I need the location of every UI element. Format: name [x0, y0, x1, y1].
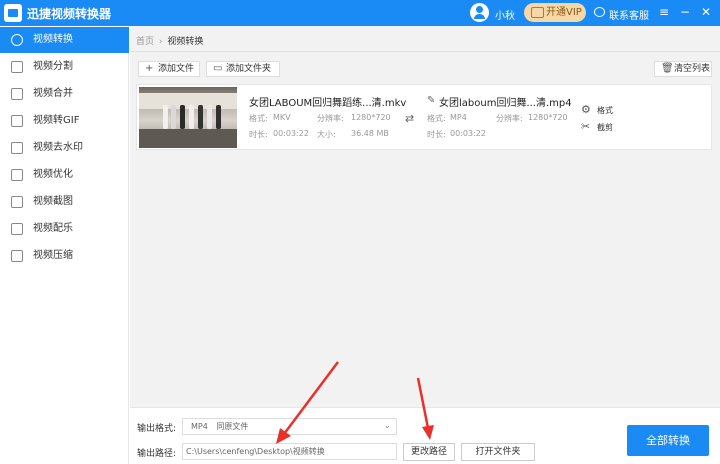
output-path-label: 输出路径:: [137, 449, 177, 459]
screenshot-icon: [11, 196, 23, 208]
user-avatar-icon[interactable]: [470, 3, 489, 22]
convert-all-button[interactable]: 全部转换: [627, 425, 709, 456]
source-resolution-label: 分辨率:: [317, 114, 344, 123]
title-bar: 迅捷视频转换器 小秋 开通VIP 联系客服 ≡ − ✕: [0, 0, 720, 26]
sidebar-item-label: 视频分割: [33, 61, 73, 72]
format-settings-button[interactable]: ⚙ 格式: [581, 103, 613, 116]
output-duration-label: 时长:: [427, 130, 446, 139]
sidebar-item-video-merge[interactable]: 视频合并: [0, 81, 129, 107]
sidebar-item-video-convert[interactable]: 视频转换: [0, 27, 129, 53]
video-thumbnail[interactable]: [139, 87, 237, 148]
minimize-icon[interactable]: −: [677, 4, 693, 20]
vip-button[interactable]: 开通VIP: [524, 3, 586, 22]
music-icon: [11, 223, 23, 235]
output-file-name[interactable]: 女团laboum回归舞...清.mp4: [439, 94, 572, 109]
source-size: 36.48 MB: [351, 129, 389, 138]
chevron-down-icon: ⌄: [383, 421, 391, 431]
split-icon: [11, 61, 23, 73]
sidebar-item-remove-watermark[interactable]: 视频去水印: [0, 135, 129, 161]
edit-icon[interactable]: ✎: [427, 95, 435, 106]
user-name[interactable]: 小秋: [495, 7, 515, 22]
merge-icon: [11, 88, 23, 100]
menu-icon[interactable]: ≡: [656, 4, 672, 20]
file-item[interactable]: 女团LABOUM回归舞蹈练...清.mkv 格式: MKV 分辨率: 1280*…: [136, 84, 712, 150]
app-logo-icon: [4, 4, 22, 22]
sidebar-item-video-optimize[interactable]: 视频优化: [0, 162, 129, 188]
add-file-button[interactable]: + 添加文件: [138, 61, 200, 77]
sidebar-item-label: 视频合并: [33, 88, 73, 99]
sidebar-item-video-split[interactable]: 视频分割: [0, 54, 129, 80]
output-format-value: MP4: [191, 422, 208, 431]
format-action-label: 格式: [597, 106, 613, 115]
optimize-icon: [11, 169, 23, 181]
sidebar-item-label: 视频优化: [33, 169, 73, 180]
vip-label: 开通VIP: [546, 7, 582, 18]
output-settings-panel: 输出格式: MP4 同原文件 ⌄ 输出路径: C:\Users\cenfeng\…: [130, 407, 720, 464]
scissors-icon: ✂: [581, 120, 591, 133]
output-format-select[interactable]: MP4 同原文件 ⌄: [182, 418, 397, 435]
gear-icon: ⚙: [581, 103, 591, 116]
output-format-label: 格式:: [427, 114, 446, 123]
sidebar-item-label: 视频截图: [33, 196, 73, 207]
main-panel: 首页 › 视频转换 + 添加文件 ▭ 添加文件夹 🗑 清空列表 女团LABOUM…: [130, 26, 720, 464]
breadcrumb-separator: ›: [158, 37, 163, 47]
convert-arrow-icon: ⇄: [405, 112, 415, 125]
watermark-icon: [11, 142, 23, 154]
output-resolution-label: 分辨率:: [496, 114, 523, 123]
sidebar-item-video-compress[interactable]: 视频压缩: [0, 243, 129, 269]
crown-icon: [531, 7, 544, 18]
add-folder-button[interactable]: ▭ 添加文件夹: [206, 61, 280, 77]
sidebar-item-label: 视频压缩: [33, 250, 73, 261]
output-resolution: 1280*720: [528, 113, 568, 122]
output-duration: 00:03:22: [450, 129, 486, 138]
sidebar-item-video-screenshot[interactable]: 视频截图: [0, 189, 129, 215]
output-format-label: 输出格式:: [137, 424, 177, 434]
change-path-button[interactable]: 更改路径: [403, 443, 455, 461]
sidebar-item-label: 视频配乐: [33, 223, 73, 234]
cut-action-label: 截剪: [597, 123, 613, 132]
app-title: 迅捷视频转换器: [27, 7, 112, 21]
cut-button[interactable]: ✂ 截剪: [581, 120, 613, 133]
open-folder-button[interactable]: 打开文件夹: [461, 443, 535, 461]
close-icon[interactable]: ✕: [698, 4, 714, 20]
breadcrumb-current: 视频转换: [167, 37, 204, 47]
source-format-label: 格式:: [249, 114, 268, 123]
folder-icon: ▭: [213, 63, 223, 74]
sidebar-item-label: 视频转GIF: [33, 115, 80, 126]
add-file-label: 添加文件: [158, 64, 195, 74]
output-format-desc: 同原文件: [216, 422, 249, 431]
compress-icon: [11, 250, 23, 262]
sidebar-item-label: 视频转换: [33, 34, 73, 45]
breadcrumb-home[interactable]: 首页: [136, 37, 154, 47]
gif-icon: [11, 115, 23, 127]
sidebar: 视频转换 视频分割 视频合并 视频转GIF 视频去水印 视频优化 视频截图 视频…: [0, 26, 129, 464]
source-duration: 00:03:22: [273, 129, 309, 138]
source-resolution: 1280*720: [351, 113, 391, 122]
clear-list-label: 清空列表: [674, 64, 711, 74]
output-format: MP4: [450, 113, 467, 122]
divider: [130, 51, 720, 52]
breadcrumb: 首页 › 视频转换: [136, 34, 203, 47]
chat-icon[interactable]: [594, 7, 605, 17]
trash-icon: 🗑: [661, 63, 674, 74]
source-format: MKV: [273, 113, 291, 122]
sidebar-item-label: 视频去水印: [33, 142, 83, 153]
plus-icon: +: [145, 63, 154, 74]
sidebar-item-video-music[interactable]: 视频配乐: [0, 216, 129, 242]
source-file-name: 女团LABOUM回归舞蹈练...清.mkv: [249, 98, 407, 109]
support-link[interactable]: 联系客服: [609, 7, 649, 22]
clear-list-button[interactable]: 🗑 清空列表: [654, 61, 712, 77]
output-path-input[interactable]: C:\Users\cenfeng\Desktop\视频转换: [182, 443, 397, 460]
source-size-label: 大小:: [317, 130, 336, 139]
convert-icon: [11, 34, 23, 46]
add-folder-label: 添加文件夹: [226, 64, 272, 74]
source-duration-label: 时长:: [249, 130, 268, 139]
sidebar-item-video-gif[interactable]: 视频转GIF: [0, 108, 129, 134]
